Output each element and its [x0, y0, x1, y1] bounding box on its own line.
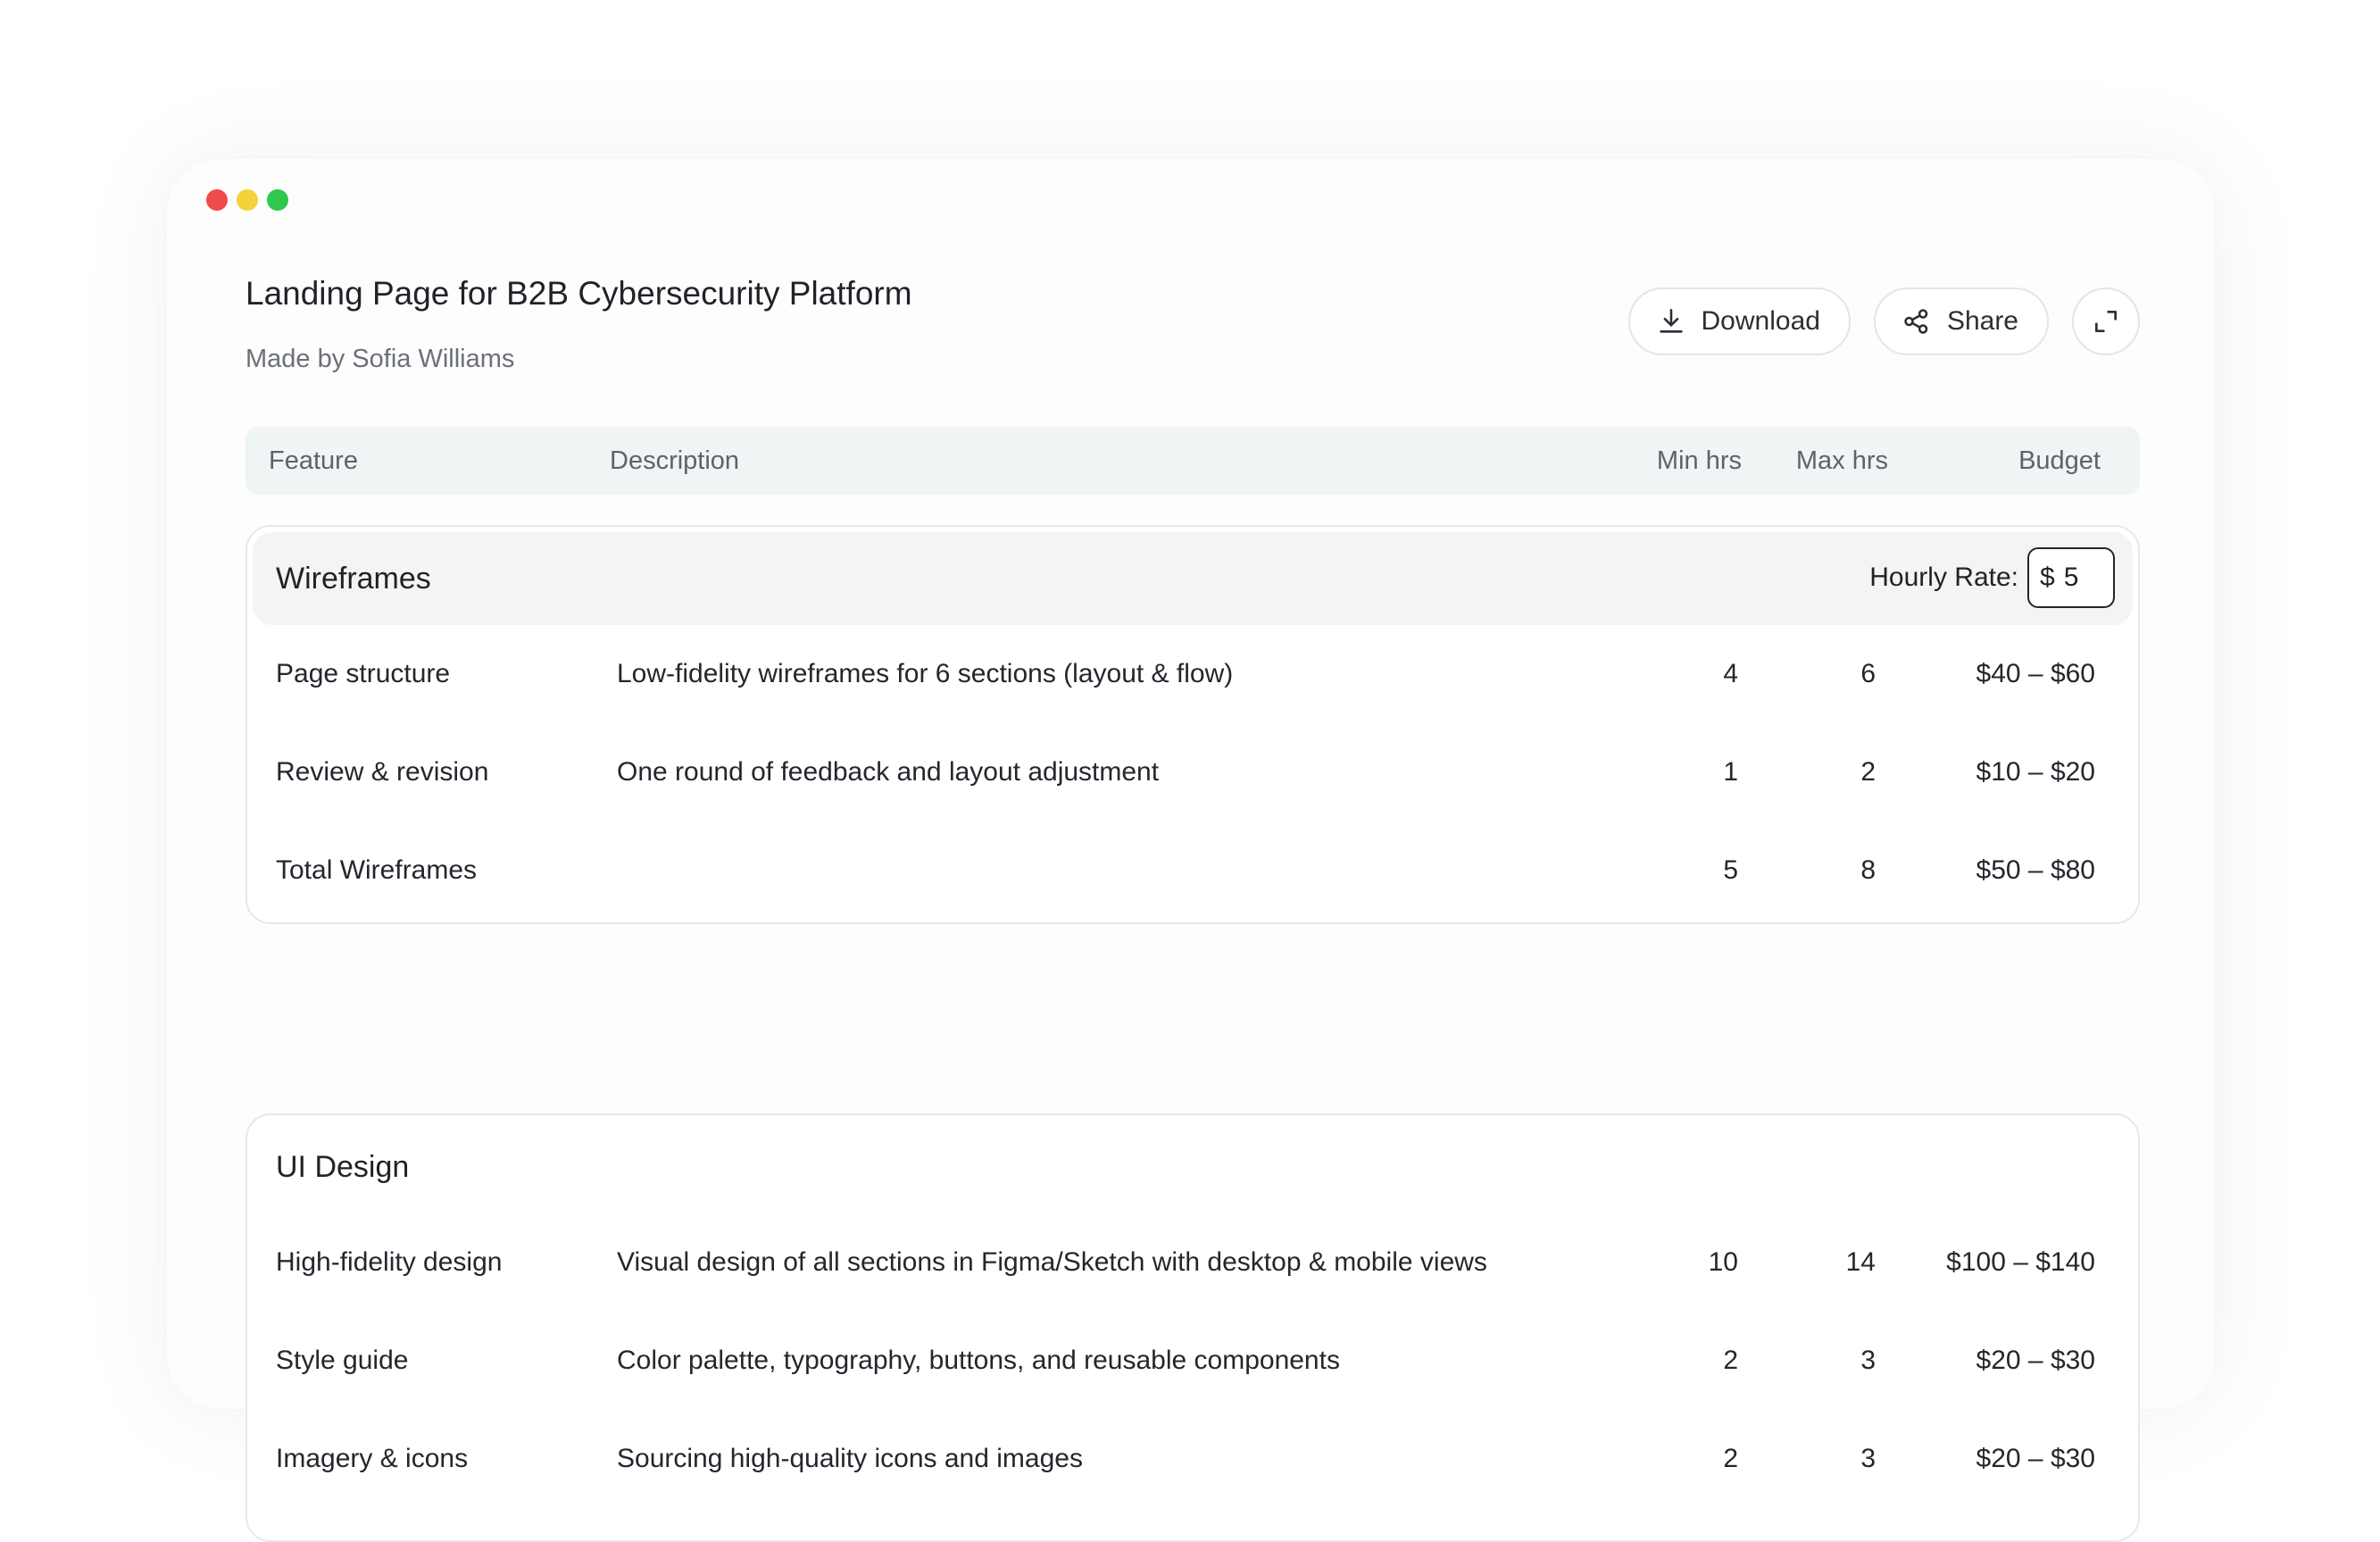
table-row: Style guide Color palette, typography, b…: [247, 1312, 2138, 1410]
group-header: UI Design: [253, 1121, 2133, 1213]
row-feature: Style guide: [276, 1346, 409, 1375]
table-row: Page structure Low-fidelity wireframes f…: [247, 625, 2138, 723]
toolbar: Download Share: [1627, 288, 2140, 355]
rate-currency: $: [2040, 563, 2055, 592]
hourly-rate-label: Hourly Rate:: [1869, 563, 2018, 592]
window-controls: [206, 189, 288, 211]
total-min-hrs: 5: [1723, 855, 1738, 885]
row-budget: $20 – $30: [1976, 1346, 2095, 1375]
total-max-hrs: 8: [1860, 855, 1876, 885]
table-header: Feature Description Min hrs Max hrs Budg…: [245, 427, 2140, 495]
header-feature: Feature: [269, 446, 358, 475]
expand-icon: [2090, 305, 2122, 338]
maximize-window-button[interactable]: [267, 189, 288, 211]
app-window: Landing Page for B2B Cybersecurity Platf…: [167, 159, 2215, 1542]
row-budget: $10 – $20: [1976, 757, 2095, 787]
total-row: Total Wireframes 5 8 $50 – $80: [247, 821, 2138, 920]
row-feature: High-fidelity design: [276, 1247, 503, 1277]
download-label: Download: [1701, 306, 1820, 336]
group-wireframes: Wireframes Hourly Rate: $ 5 Page structu…: [245, 525, 2140, 924]
row-min-hrs: 2: [1723, 1444, 1738, 1473]
row-min-hrs: 10: [1708, 1247, 1738, 1277]
row-max-hrs: 2: [1860, 757, 1876, 787]
row-max-hrs: 3: [1860, 1346, 1876, 1375]
group-header: Wireframes Hourly Rate: $ 5: [253, 532, 2133, 625]
group-title: Wireframes: [276, 561, 431, 596]
download-icon: [1655, 305, 1687, 338]
page-title: Landing Page for B2B Cybersecurity Platf…: [245, 275, 912, 312]
row-feature: Imagery & icons: [276, 1444, 469, 1473]
total-budget: $50 – $80: [1976, 855, 2095, 885]
row-description: Color palette, typography, buttons, and …: [617, 1346, 1340, 1375]
header-budget: Budget: [2018, 446, 2101, 475]
row-description: One round of feedback and layout adjustm…: [617, 757, 1160, 787]
table-row: High-fidelity design Visual design of al…: [247, 1213, 2138, 1312]
share-label: Share: [1946, 306, 2018, 336]
share-button[interactable]: Share: [1873, 288, 2049, 355]
row-budget: $100 – $140: [1946, 1247, 2095, 1277]
share-icon: [1901, 305, 1933, 338]
hourly-rate: Hourly Rate: $ 5: [1869, 547, 2115, 608]
row-feature: Page structure: [276, 659, 451, 688]
row-feature: Review & revision: [276, 757, 489, 787]
row-max-hrs: 3: [1860, 1444, 1876, 1473]
table-row: Review & revision One round of feedback …: [247, 723, 2138, 821]
row-min-hrs: 4: [1723, 659, 1738, 688]
table-row: Imagery & icons Sourcing high-quality ic…: [247, 1410, 2138, 1508]
row-max-hrs: 6: [1860, 659, 1876, 688]
row-description: Sourcing high-quality icons and images: [617, 1444, 1083, 1473]
header-max-hrs: Max hrs: [1795, 446, 1888, 475]
total-label: Total Wireframes: [276, 855, 478, 885]
minimize-window-button[interactable]: [237, 189, 258, 211]
row-description: Visual design of all sections in Figma/S…: [617, 1247, 1487, 1277]
close-window-button[interactable]: [206, 189, 228, 211]
download-button[interactable]: Download: [1627, 288, 1851, 355]
author-line: Made by Sofia Williams: [245, 345, 515, 373]
row-min-hrs: 1: [1723, 757, 1738, 787]
expand-button[interactable]: [2072, 288, 2140, 355]
group-ui-design: UI Design High-fidelity design Visual de…: [245, 1113, 2140, 1542]
hourly-rate-input[interactable]: $ 5: [2027, 547, 2115, 608]
row-budget: $40 – $60: [1976, 659, 2095, 688]
rate-value: 5: [2063, 563, 2079, 592]
header-description: Description: [610, 446, 740, 475]
group-title: UI Design: [276, 1149, 410, 1184]
header-min-hrs: Min hrs: [1656, 446, 1742, 475]
row-max-hrs: 14: [1845, 1247, 1876, 1277]
row-min-hrs: 2: [1723, 1346, 1738, 1375]
row-description: Low-fidelity wireframes for 6 sections (…: [617, 659, 1234, 688]
row-budget: $20 – $30: [1976, 1444, 2095, 1473]
